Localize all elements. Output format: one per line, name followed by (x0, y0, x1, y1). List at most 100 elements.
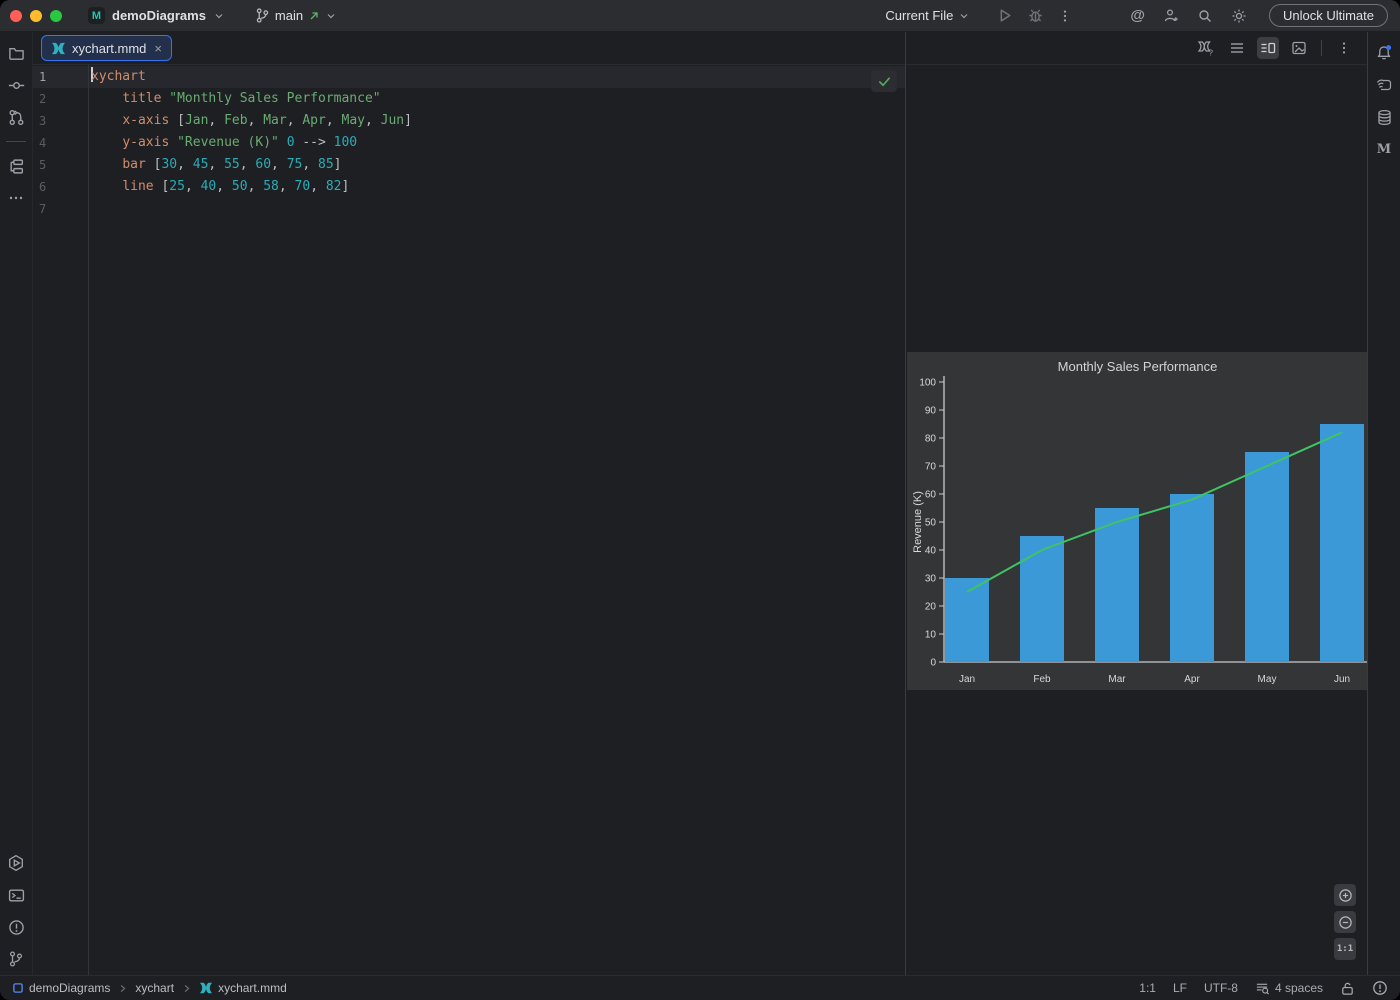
svg-text:80: 80 (925, 434, 937, 445)
xy-chart: Monthly Sales PerformanceRevenue (K)0102… (907, 352, 1367, 690)
line-number: 7 (33, 198, 88, 220)
indent-widget[interactable]: 4 spaces (1255, 981, 1323, 996)
indent-icon (1255, 981, 1270, 996)
preview-canvas[interactable]: Monthly Sales PerformanceRevenue (K)0102… (906, 65, 1367, 975)
add-user-icon[interactable] (1163, 8, 1179, 24)
arrow-up-right-icon (308, 10, 320, 22)
code-editor[interactable]: 1xychart2 title "Monthly Sales Performan… (33, 65, 905, 975)
svg-text:70: 70 (925, 462, 937, 473)
statusbar: demoDiagrams xychart xychart.mmd (0, 975, 1400, 1000)
svg-text:30: 30 (925, 574, 937, 585)
problems-icon[interactable] (4, 915, 28, 939)
debug-icon[interactable] (1027, 7, 1044, 24)
editor-only-icon[interactable] (1226, 37, 1248, 59)
minimize-traffic[interactable] (30, 10, 42, 22)
terminal-icon[interactable] (4, 883, 28, 907)
app-logo: M (88, 7, 105, 24)
preview-toolbar: ? (906, 32, 1367, 65)
line-number: 4 (33, 132, 88, 154)
mermaid-file-icon (51, 41, 66, 56)
pull-requests-icon[interactable] (4, 105, 28, 129)
ai-assistant-icon[interactable]: @ (1130, 7, 1145, 24)
mermaid-settings-icon[interactable]: ? (1195, 37, 1217, 59)
toolbar-separator (1321, 40, 1322, 56)
zoom-in-icon[interactable] (1334, 884, 1356, 906)
git-branch-icon (255, 8, 270, 23)
project-name: demoDiagrams (112, 8, 206, 23)
ai-chat-icon[interactable] (1372, 73, 1396, 97)
vcs-widget[interactable]: main (255, 8, 337, 23)
inspections-widget[interactable] (871, 70, 897, 92)
window-controls (10, 10, 62, 22)
line-number: 6 (33, 176, 88, 198)
tab-xychart-mmd[interactable]: xychart.mmd × (41, 35, 172, 61)
close-traffic[interactable] (10, 10, 22, 22)
mermaid-preview-panel: ? (905, 32, 1367, 975)
breadcrumb-node[interactable]: xychart (135, 981, 174, 995)
svg-text:40: 40 (925, 546, 937, 557)
zoom-traffic[interactable] (50, 10, 62, 22)
editor-line[interactable]: 4 y-axis "Revenue (K)" 0 --> 100 (33, 132, 905, 154)
unlock-ultimate-button[interactable]: Unlock Ultimate (1269, 4, 1388, 27)
svg-text:Monthly Sales Performance: Monthly Sales Performance (1058, 359, 1218, 374)
gear-icon[interactable] (1231, 8, 1247, 24)
write-access-widget[interactable] (1340, 981, 1355, 996)
commit-icon[interactable] (4, 73, 28, 97)
code-line-text (88, 198, 91, 220)
svg-text:10: 10 (925, 630, 937, 641)
editor-line[interactable]: 7 (33, 198, 905, 220)
code-line-text: y-axis "Revenue (K)" 0 --> 100 (88, 132, 357, 154)
unlock-icon (1340, 981, 1355, 996)
svg-text:Revenue (K): Revenue (K) (912, 491, 924, 553)
branch-name: main (275, 8, 303, 23)
project-widget[interactable]: M demoDiagrams (88, 7, 225, 24)
mermaid-tool-icon[interactable]: M (1372, 137, 1396, 161)
breadcrumb-project[interactable]: demoDiagrams (12, 981, 110, 995)
actual-size-button[interactable]: 1:1 (1334, 938, 1356, 960)
inspections-ok-icon (877, 74, 892, 89)
more-horizontal-icon[interactable] (4, 186, 28, 210)
svg-text:90: 90 (925, 406, 937, 417)
svg-text:Jun: Jun (1334, 674, 1350, 685)
titlebar: M demoDiagrams main (0, 0, 1400, 32)
svg-text:60: 60 (925, 490, 937, 501)
split-view-icon[interactable] (1257, 37, 1279, 59)
svg-text:Jan: Jan (959, 674, 975, 685)
services-icon[interactable] (4, 851, 28, 875)
bell-icon[interactable] (1372, 41, 1396, 65)
encoding-widget[interactable]: UTF-8 (1204, 981, 1238, 995)
cursor-position-widget[interactable]: 1:1 (1139, 981, 1156, 995)
error-circle-icon (1372, 980, 1388, 996)
chevron-right-icon (181, 983, 192, 994)
run-icon[interactable] (996, 7, 1013, 24)
run-configuration-select[interactable]: Current File (885, 8, 970, 23)
breadcrumb-file[interactable]: xychart.mmd (199, 981, 287, 995)
preview-only-icon[interactable] (1288, 37, 1310, 59)
code-line-text: bar [30, 45, 55, 60, 75, 85] (88, 154, 342, 176)
inspections-status-widget[interactable] (1372, 980, 1388, 996)
editor-line[interactable]: 3 x-axis [Jan, Feb, Mar, Apr, May, Jun] (33, 110, 905, 132)
more-vertical-icon[interactable] (1333, 37, 1355, 59)
tab-label: xychart.mmd (72, 41, 146, 56)
structure-icon[interactable] (4, 154, 28, 178)
svg-text:50: 50 (925, 518, 937, 529)
svg-text:Mar: Mar (1108, 674, 1126, 685)
editor-line[interactable]: 1xychart (33, 66, 905, 88)
git-branch-icon[interactable] (4, 947, 28, 971)
database-icon[interactable] (1372, 105, 1396, 129)
editor-line[interactable]: 6 line [25, 40, 50, 58, 70, 82] (33, 176, 905, 198)
svg-text:Feb: Feb (1033, 674, 1051, 685)
svg-text:100: 100 (919, 378, 936, 389)
svg-text:Apr: Apr (1184, 674, 1200, 685)
editor-line[interactable]: 2 title "Monthly Sales Performance" (33, 88, 905, 110)
more-vertical-icon[interactable] (1058, 9, 1072, 23)
folder-icon[interactable] (4, 41, 28, 65)
close-icon[interactable]: × (154, 42, 162, 55)
code-line-text: x-axis [Jan, Feb, Mar, Apr, May, Jun] (88, 110, 412, 132)
search-icon[interactable] (1197, 8, 1213, 24)
svg-text:?: ? (1209, 49, 1214, 58)
zoom-out-icon[interactable] (1334, 911, 1356, 933)
editor-line[interactable]: 5 bar [30, 45, 55, 60, 75, 85] (33, 154, 905, 176)
code-line-text: xychart (88, 66, 146, 88)
line-separator-widget[interactable]: LF (1173, 981, 1187, 995)
